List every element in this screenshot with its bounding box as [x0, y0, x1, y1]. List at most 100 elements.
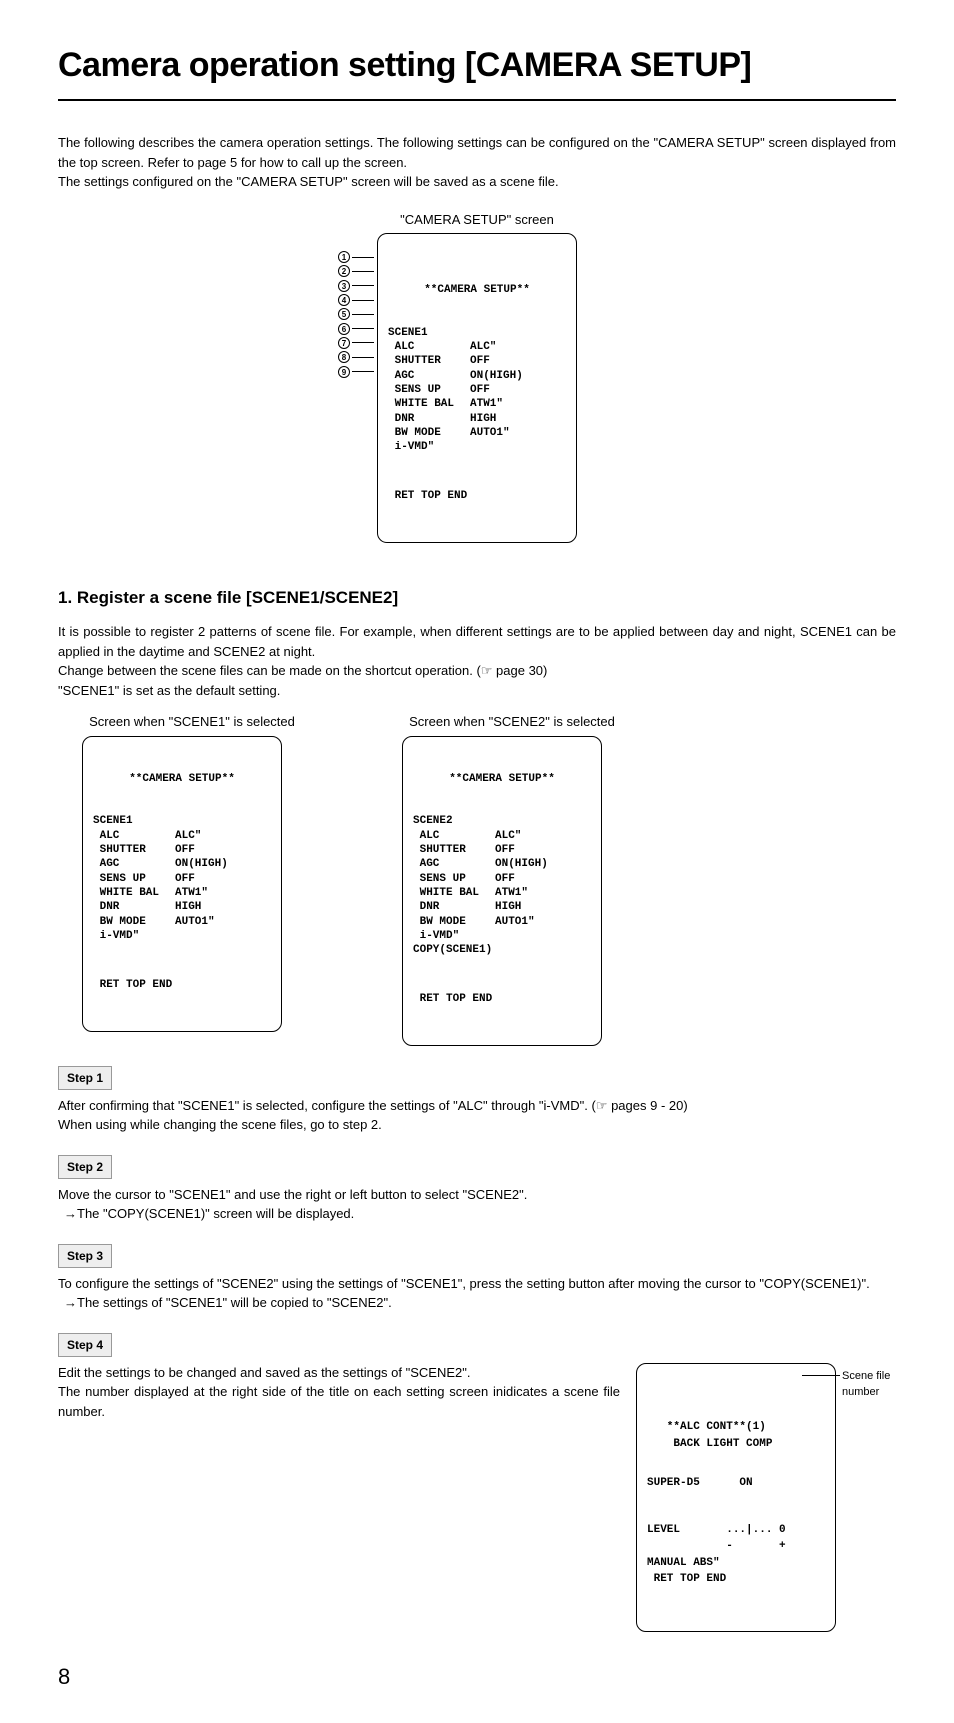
osd-row: DNRHIGH [93, 900, 271, 914]
osd-cell: HIGH [495, 900, 521, 914]
scene2-osd: **CAMERA SETUP** SCENE2 ALCALC" SHUTTERO… [402, 736, 602, 1046]
osd-cell: WHITE BAL [388, 397, 470, 411]
osd-row: ALCALC" [388, 340, 566, 354]
step-3-p1: To configure the settings of "SCENE2" us… [58, 1274, 896, 1294]
step-3-p2: The settings of "SCENE1" will be copied … [58, 1293, 896, 1313]
callout: 3 [338, 279, 374, 293]
osd-cell: OFF [495, 843, 515, 857]
osd-cell: SENS UP [413, 872, 495, 886]
alc-line-8: RET TOP END [647, 1571, 825, 1588]
osd-cell: DNR [413, 900, 495, 914]
osd-cell: AUTO1" [495, 915, 535, 929]
osd-cell: SENS UP [93, 872, 175, 886]
callout-leader [352, 285, 374, 286]
intro-paragraph-2: The settings configured on the "CAMERA S… [58, 172, 896, 192]
callout-circle: 7 [338, 337, 350, 349]
osd-cell: ALC" [175, 829, 201, 843]
callout: 9 [338, 364, 374, 378]
osd-cell: ALC [93, 829, 175, 843]
osd-cell: AUTO1" [175, 915, 215, 929]
section-1-p3: "SCENE1" is set as the default setting. [58, 681, 896, 701]
osd-cell: ON(HIGH) [495, 857, 548, 871]
step-4-p1: Edit the settings to be changed and save… [58, 1363, 620, 1383]
scene1-osd: **CAMERA SETUP** SCENE1 ALCALC" SHUTTERO… [82, 736, 282, 1032]
callout-numbers: 123456789 [338, 250, 374, 379]
osd-row: i-VMD" [93, 929, 271, 943]
osd-row: AGCON(HIGH) [93, 857, 271, 871]
osd-cell: AGC [93, 857, 175, 871]
osd-cell: SHUTTER [413, 843, 495, 857]
osd-cell: ALC" [470, 340, 496, 354]
alc-line-7: MANUAL ABS" [647, 1555, 825, 1572]
osd-cell: WHITE BAL [413, 886, 495, 900]
osd-cell: BW MODE [388, 426, 470, 440]
osd-cell: SHUTTER [388, 354, 470, 368]
osd-cell: WHITE BAL [93, 886, 175, 900]
alc-line-1: **ALC CONT**(1) [647, 1419, 825, 1436]
osd-row: SCENE1 [93, 814, 271, 828]
osd-row: SHUTTEROFF [413, 843, 591, 857]
osd-cell: ATW1" [470, 397, 503, 411]
osd-cell: HIGH [175, 900, 201, 914]
osd-row: DNRHIGH [388, 412, 566, 426]
callout: 6 [338, 321, 374, 335]
osd-cell: ALC" [495, 829, 521, 843]
osd-footer: RET TOP END [388, 489, 566, 503]
scene1-label: Screen when "SCENE1" is selected [82, 712, 302, 732]
step-4-p2: The number displayed at the right side o… [58, 1382, 620, 1421]
osd-cell: AGC [388, 369, 470, 383]
page-number: 8 [58, 1660, 896, 1693]
osd-row: BW MODEAUTO1" [413, 915, 591, 929]
callout-leader [352, 300, 374, 301]
callout-leader [352, 357, 374, 358]
osd-cell: ATW1" [175, 886, 208, 900]
step-2-p2-text: The "COPY(SCENE1)" screen will be displa… [77, 1206, 354, 1221]
camera-setup-osd: 123456789 **CAMERA SETUP** SCENE1 ALCALC… [377, 233, 577, 543]
alc-line-2: BACK LIGHT COMP [647, 1436, 825, 1453]
osd-row: SHUTTEROFF [388, 354, 566, 368]
osd-cell: OFF [175, 843, 195, 857]
osd-row: SENS UPOFF [93, 872, 271, 886]
section-1-p1: It is possible to register 2 patterns of… [58, 622, 896, 661]
callout-circle: 6 [338, 323, 350, 335]
osd-cell: ALC [388, 340, 470, 354]
page-title: Camera operation setting [CAMERA SETUP] [58, 40, 896, 101]
osd-row: ALCALC" [93, 829, 271, 843]
osd-row: SCENE2 [413, 814, 591, 828]
osd-row: BW MODEAUTO1" [93, 915, 271, 929]
step-3-p2-text: The settings of "SCENE1" will be copied … [77, 1295, 392, 1310]
osd-row: BW MODEAUTO1" [388, 426, 566, 440]
step-4-label: Step 4 [58, 1333, 112, 1357]
callout: 7 [338, 336, 374, 350]
osd-cell: i-VMD" [93, 929, 175, 943]
osd-row: AGCON(HIGH) [388, 369, 566, 383]
osd-row: WHITE BALATW1" [388, 397, 566, 411]
alc-line-3: SUPER-D5 ON [647, 1475, 825, 1492]
callout-leader [352, 271, 374, 272]
osd-row: SHUTTEROFF [93, 843, 271, 857]
osd-row: WHITE BALATW1" [93, 886, 271, 900]
osd-row: WHITE BALATW1" [413, 886, 591, 900]
osd-row: i-VMD" [413, 929, 591, 943]
osd-row: i-VMD" [388, 440, 566, 454]
callout-circle: 2 [338, 265, 350, 277]
step-1-p1: After confirming that "SCENE1" is select… [58, 1096, 896, 1116]
osd-cell: BW MODE [413, 915, 495, 929]
step-1-p2: When using while changing the scene file… [58, 1115, 896, 1135]
osd-cell: ATW1" [495, 886, 528, 900]
osd-cell: SENS UP [388, 383, 470, 397]
alc-line-6: - + [647, 1538, 825, 1555]
callout-circle: 3 [338, 280, 350, 292]
callout-circle: 9 [338, 366, 350, 378]
osd-footer: RET TOP END [93, 978, 271, 992]
osd-screen-label: "CAMERA SETUP" screen [58, 210, 896, 230]
osd-row: COPY(SCENE1) [413, 943, 591, 957]
osd-cell: ON(HIGH) [175, 857, 228, 871]
alc-line-5: LEVEL ...|... 0 [647, 1522, 825, 1539]
section-1-p2: Change between the scene files can be ma… [58, 661, 896, 681]
osd-row: DNRHIGH [413, 900, 591, 914]
osd-cell: OFF [495, 872, 515, 886]
osd-cell: OFF [175, 872, 195, 886]
step-2-label: Step 2 [58, 1155, 112, 1179]
osd-cell: i-VMD" [413, 929, 495, 943]
